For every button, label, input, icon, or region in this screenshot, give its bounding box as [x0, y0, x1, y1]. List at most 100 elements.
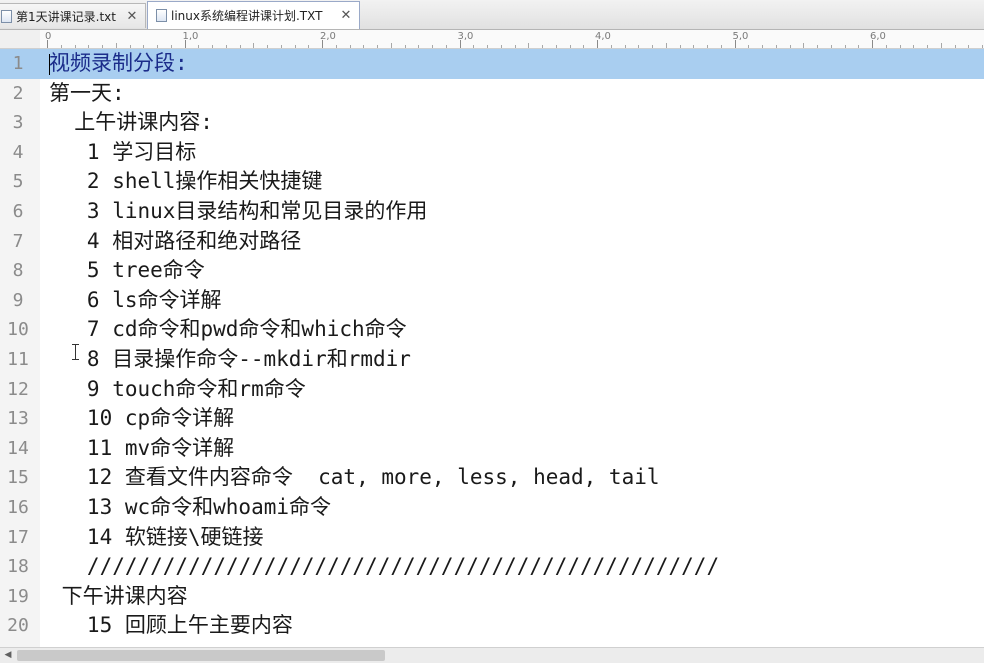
ruler: 0 1,0 2,0 3,0 4,0 5,0 6,0: [0, 30, 984, 49]
ruler-tick: [885, 45, 887, 48]
line-text[interactable]: 1 学习目标: [49, 138, 196, 168]
line-text[interactable]: 7 cd命令和pwd命令和which命令: [49, 315, 407, 345]
line-number: 6: [12, 201, 24, 222]
close-icon[interactable]: ✕: [339, 8, 353, 23]
ruler-tick: [844, 45, 846, 48]
scroll-left-icon[interactable]: ◀: [0, 648, 16, 663]
ruler-tick: [528, 43, 530, 48]
line-text[interactable]: 下午讲课内容: [49, 582, 188, 612]
editor-line[interactable]: 5 2 shell操作相关快捷键: [0, 167, 984, 197]
ruler-label: 6,0: [870, 31, 886, 42]
ruler-tick: [707, 45, 708, 48]
line-number: 5: [12, 171, 24, 193]
ruler-tick: [638, 45, 640, 48]
line-text[interactable]: 视频录制分段:: [49, 49, 188, 79]
line-text[interactable]: 3 linux目录结构和常见目录的作用: [49, 197, 428, 227]
ruler-tick: [555, 45, 557, 48]
ruler-tick: [432, 45, 433, 48]
ruler-label: 2,0: [320, 31, 336, 42]
ruler-tick: [968, 45, 970, 48]
ruler-label: 0: [45, 31, 52, 42]
line-number: 18: [7, 556, 29, 578]
editor-line[interactable]: 2 第一天:: [0, 79, 984, 109]
line-text[interactable]: 10 cp命令详解: [49, 404, 234, 434]
line-text[interactable]: 8 目录操作命令--mkdir和rmdir: [49, 345, 411, 375]
line-number: 19: [7, 585, 29, 607]
editor-line[interactable]: 7 4 相对路径和绝对路径: [0, 227, 984, 257]
line-text[interactable]: 15 回顾上午主要内容: [49, 611, 293, 641]
line-number: 4: [12, 141, 24, 163]
ruler-tick: [693, 45, 695, 48]
ruler-tick: [308, 45, 310, 48]
ruler-tick: [748, 45, 750, 48]
line-number: 15: [7, 467, 29, 489]
line-text[interactable]: 9 touch命令和rm命令: [49, 375, 306, 405]
tab-linux-plan[interactable]: linux系统编程讲课计划.TXT ✕: [147, 1, 360, 29]
ruler-tick: [253, 43, 255, 48]
editor-line[interactable]: 4 1 学习目标: [0, 138, 984, 168]
line-text[interactable]: 12 查看文件内容命令 cat, more, less, head, tail: [49, 463, 660, 493]
editor-line[interactable]: 3 上午讲课内容:: [0, 108, 984, 138]
editor-line[interactable]: 10 7 cd命令和pwd命令和which命令: [0, 315, 984, 345]
editor-line[interactable]: 14 11 mv命令详解: [0, 434, 984, 464]
ruler-tick: [74, 45, 76, 48]
line-text[interactable]: ////////////////////////////////////////…: [49, 552, 719, 582]
ruler-tick: [500, 45, 502, 48]
editor-line[interactable]: 20 15 回顾上午主要内容: [0, 611, 984, 641]
line-text[interactable]: 上午讲课内容:: [49, 108, 213, 138]
line-text[interactable]: 11 mv命令详解: [49, 434, 234, 464]
line-text[interactable]: 4 相对路径和绝对路径: [49, 227, 301, 257]
tab-bar: 第1天讲课记录.txt ✕ linux系统编程讲课计划.TXT ✕: [0, 0, 984, 30]
line-number: 1: [12, 53, 24, 74]
scrollbar-thumb[interactable]: [17, 650, 385, 661]
editor-line[interactable]: 19 下午讲课内容: [0, 582, 984, 612]
ruler-tick: [954, 45, 956, 48]
ruler-tick: [335, 45, 337, 48]
line-number: 11: [7, 349, 29, 370]
ruler-tick: [170, 45, 172, 48]
editor-line[interactable]: 15 12 查看文件内容命令 cat, more, less, head, ta…: [0, 463, 984, 493]
line-text[interactable]: 14 软链接\硬链接: [49, 523, 264, 553]
ruler-tick: [445, 45, 447, 48]
ruler-gutter: [0, 30, 40, 48]
editor-line[interactable]: 13 10 cp命令详解: [0, 404, 984, 434]
text-editor[interactable]: 1 视频录制分段: 2 第一天: 3 上午讲课内容: 4 1 学习目标 5 2 shell操…: [0, 49, 984, 647]
editor-line[interactable]: 18 /////////////////////////////////////…: [0, 552, 984, 582]
ruler-tick: [157, 45, 158, 48]
line-text[interactable]: 5 tree命令: [49, 256, 205, 286]
ruler-tick: [473, 45, 475, 48]
ruler-tick: [88, 45, 90, 48]
line-text[interactable]: 2 shell操作相关快捷键: [49, 167, 323, 197]
line-text[interactable]: 第一天:: [49, 79, 125, 109]
ruler-tick: [762, 45, 763, 48]
editor-line[interactable]: 17 14 软链接\硬链接: [0, 523, 984, 553]
line-text[interactable]: 13 wc命令和whoami命令: [49, 493, 331, 523]
ruler-tick: [143, 45, 145, 48]
editor-line[interactable]: 12 9 touch命令和rm命令: [0, 375, 984, 405]
tab-label: linux系统编程讲课计划.TXT: [171, 9, 323, 23]
ruler-tick: [583, 45, 585, 48]
tab-day1-notes[interactable]: 第1天讲课记录.txt ✕: [0, 3, 146, 28]
line-number: 17: [7, 526, 29, 548]
ruler-tick: [514, 45, 516, 48]
text-file-icon: [1, 9, 12, 23]
ruler-tick: [569, 45, 571, 48]
close-icon[interactable]: ✕: [125, 9, 139, 24]
editor-line[interactable]: 9 6 ls命令详解: [0, 286, 984, 316]
ruler-tick: [212, 45, 213, 48]
editor-line[interactable]: 16 13 wc命令和whoami命令: [0, 493, 984, 523]
editor-line[interactable]: 11 8 目录操作命令--mkdir和rmdir: [0, 345, 984, 375]
line-number: 13: [7, 408, 29, 430]
ruler-label: 1,0: [182, 31, 199, 42]
horizontal-scrollbar[interactable]: ◀: [0, 647, 984, 663]
line-number: 7: [12, 230, 24, 252]
line-text[interactable]: 6 ls命令详解: [49, 286, 222, 316]
ruler-label: 4,0: [595, 31, 611, 42]
ruler-tick: [913, 45, 915, 48]
editor-line[interactable]: 6 3 linux目录结构和常见目录的作用: [0, 197, 984, 227]
ruler-tick: [349, 45, 351, 48]
ruler-tick: [363, 45, 365, 48]
editor-line[interactable]: 8 5 tree命令: [0, 256, 984, 286]
ruler-tick: [542, 45, 543, 48]
editor-line[interactable]: 1 视频录制分段:: [0, 49, 984, 79]
